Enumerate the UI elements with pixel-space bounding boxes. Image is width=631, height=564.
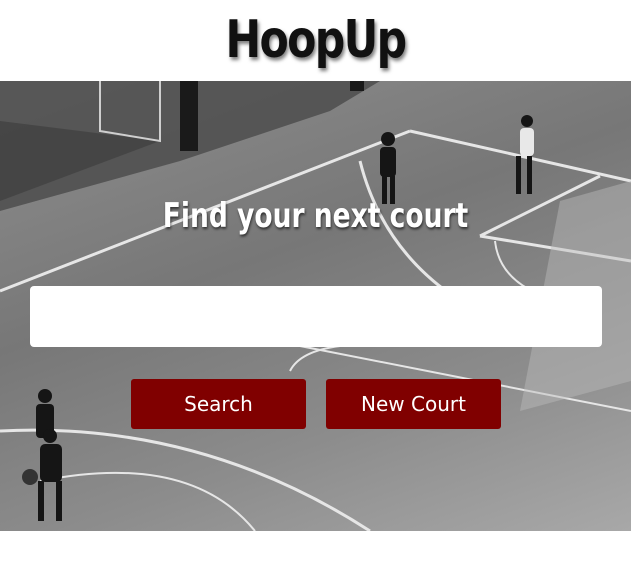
search-input[interactable] — [30, 286, 602, 347]
hero-headline: Find your next court — [162, 196, 469, 236]
brand-logo: HoopUp — [225, 10, 407, 70]
search-button[interactable]: Search — [131, 379, 306, 429]
hero-section: Find your next court Search New Court — [0, 81, 631, 531]
new-court-button[interactable]: New Court — [326, 379, 501, 429]
